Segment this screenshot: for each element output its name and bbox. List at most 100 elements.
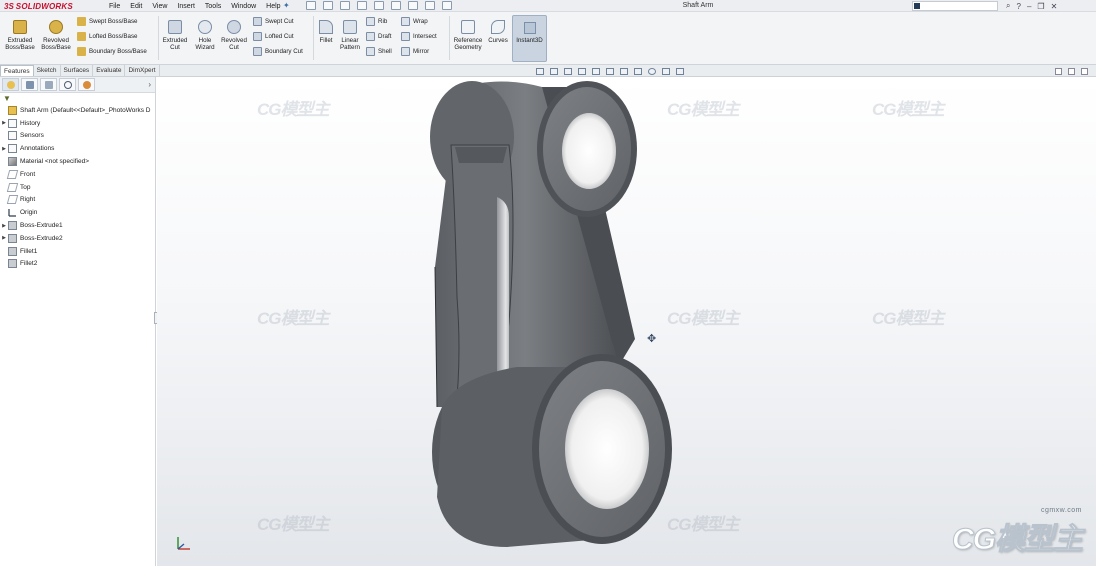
menu-help[interactable]: Help: [261, 3, 285, 10]
rib-button[interactable]: Rib: [366, 15, 387, 27]
help-icon[interactable]: ?: [1016, 2, 1020, 11]
wrap-button[interactable]: Wrap: [401, 15, 428, 27]
boundary-cut-button[interactable]: Boundary Cut: [253, 45, 303, 57]
hide-show-items-icon[interactable]: [634, 68, 642, 75]
menu-insert[interactable]: Insert: [172, 3, 200, 10]
tree-item-material[interactable]: Material <not specified>: [0, 155, 155, 168]
menu-tools[interactable]: Tools: [200, 3, 226, 10]
feature-manager-tab[interactable]: [2, 78, 19, 91]
reference-geometry-button[interactable]: Reference Geometry: [451, 14, 485, 62]
zoom-area-icon[interactable]: [550, 68, 558, 75]
lofted-cut-button[interactable]: Lofted Cut: [253, 30, 294, 42]
lofted-boss-button[interactable]: Lofted Boss/Base: [77, 30, 138, 42]
open-icon[interactable]: [323, 1, 333, 10]
zoom-to-fit-icon[interactable]: [536, 68, 544, 75]
apply-scene-icon[interactable]: [662, 68, 670, 75]
tree-item-right-plane[interactable]: Right: [0, 194, 155, 207]
annotations-icon: [8, 144, 17, 154]
shell-icon: [366, 46, 375, 56]
tree-item-fillet1[interactable]: Fillet1: [0, 245, 155, 258]
view-orientation-icon[interactable]: [606, 68, 614, 75]
previous-view-icon[interactable]: [564, 68, 572, 75]
display-style-icon[interactable]: [620, 68, 628, 75]
rebuild-icon[interactable]: [408, 1, 418, 10]
menu-edit[interactable]: Edit: [125, 3, 147, 10]
dimxpert-manager-tab[interactable]: [59, 78, 76, 91]
dynamic-annotation-icon[interactable]: [592, 68, 600, 75]
fillet-button[interactable]: Fillet: [316, 14, 336, 62]
fillet-feature-icon: [8, 259, 17, 269]
new-document-icon[interactable]: [306, 1, 316, 10]
restore-icon[interactable]: ❐: [1037, 2, 1044, 11]
tree-item-top-plane[interactable]: Top: [0, 181, 155, 194]
pin-icon[interactable]: ✦: [283, 1, 292, 10]
tree-item-origin[interactable]: Origin: [0, 206, 155, 219]
extrude-feature-icon: [8, 221, 17, 231]
undo-icon[interactable]: [374, 1, 384, 10]
extruded-cut-button[interactable]: Extruded Cut: [160, 14, 190, 62]
feature-tree-icon: [7, 81, 15, 89]
graphics-area[interactable]: CG模型主 CG模型主 CG模型主 CG模型主 CG模型主 CG模型主 CG模型…: [157, 77, 1096, 566]
revolved-boss-button[interactable]: Revolved Boss/Base: [39, 14, 73, 62]
file-properties-icon[interactable]: [425, 1, 435, 10]
close-icon[interactable]: ✕: [1051, 2, 1058, 11]
appearance-icon: [83, 81, 91, 89]
options-gear-icon[interactable]: [442, 1, 452, 10]
tree-item-history[interactable]: ▶ History: [0, 117, 155, 130]
tab-evaluate[interactable]: Evaluate: [93, 65, 126, 76]
tree-item-front-plane[interactable]: Front: [0, 168, 155, 181]
lofted-cut-label: Lofted Cut: [265, 32, 294, 40]
chevron-right-icon[interactable]: ›: [148, 80, 151, 89]
hole-wizard-button[interactable]: Hole Wizard: [192, 14, 218, 62]
app-logo[interactable]: 3S SOLIDWORKS: [4, 0, 73, 12]
tree-item-label: Fillet2: [20, 260, 38, 268]
tree-item-boss-extrude2[interactable]: ▶ Boss-Extrude2: [0, 232, 155, 245]
select-icon[interactable]: [391, 1, 401, 10]
tree-item-annotations[interactable]: ▶ Annotations: [0, 142, 155, 155]
swept-cut-button[interactable]: Swept Cut: [253, 15, 294, 27]
ds-logo-icon: 3S: [4, 1, 14, 11]
menu-window[interactable]: Window: [226, 3, 261, 10]
tab-surfaces[interactable]: Surfaces: [61, 65, 94, 76]
menu-file[interactable]: File: [104, 3, 125, 10]
extruded-cut-label: Extruded Cut: [162, 37, 188, 51]
mirror-button[interactable]: Mirror: [401, 45, 429, 57]
tree-item-label: Material <not specified>: [20, 158, 90, 166]
tree-item-boss-extrude1[interactable]: ▶ Boss-Extrude1: [0, 219, 155, 232]
property-manager-tab[interactable]: [21, 78, 38, 91]
save-icon[interactable]: [340, 1, 350, 10]
edit-appearance-icon[interactable]: [648, 68, 656, 75]
revolved-cut-button[interactable]: Revolved Cut: [219, 14, 249, 62]
swept-boss-button[interactable]: Swept Boss/Base: [77, 15, 138, 27]
tab-features[interactable]: Features: [0, 65, 34, 76]
viewport-tile-icon[interactable]: [1068, 68, 1075, 75]
title-bar: 3S SOLIDWORKS File Edit View Insert Tool…: [0, 0, 1096, 12]
view-settings-icon[interactable]: [676, 68, 684, 75]
shell-button[interactable]: Shell: [366, 45, 392, 57]
tree-item-sensors[interactable]: Sensors: [0, 130, 155, 143]
viewport-close-icon[interactable]: [1081, 68, 1088, 75]
boundary-boss-button[interactable]: Boundary Boss/Base: [77, 45, 147, 57]
linear-pattern-button[interactable]: Linear Pattern: [337, 14, 363, 62]
print-icon[interactable]: [357, 1, 367, 10]
display-manager-tab[interactable]: [78, 78, 95, 91]
search-box[interactable]: [912, 1, 998, 11]
tab-dimxpert[interactable]: DimXpert: [125, 65, 160, 76]
curves-button[interactable]: Curves: [486, 14, 510, 62]
tree-item-fillet2[interactable]: Fillet2: [0, 258, 155, 271]
menu-view[interactable]: View: [147, 3, 172, 10]
tree-root[interactable]: Shaft Arm (Default<<Default>_PhotoWorks …: [0, 104, 155, 117]
tab-sketch[interactable]: Sketch: [34, 65, 61, 76]
section-view-icon[interactable]: [578, 68, 586, 75]
intersect-button[interactable]: Intersect: [401, 30, 437, 42]
configuration-manager-tab[interactable]: [40, 78, 57, 91]
tree-filter[interactable]: ▼: [0, 93, 155, 103]
shaft-arm-model[interactable]: [157, 77, 1096, 566]
viewport-restore-icon[interactable]: [1055, 68, 1062, 75]
minimize-icon[interactable]: –: [1027, 2, 1031, 11]
draft-button[interactable]: Draft: [366, 30, 391, 42]
instant3d-button[interactable]: Instant3D: [512, 15, 547, 62]
search-icon[interactable]: ⌕: [1006, 1, 1010, 11]
extruded-boss-button[interactable]: Extruded Boss/Base: [4, 14, 36, 62]
intersect-icon: [401, 31, 410, 41]
